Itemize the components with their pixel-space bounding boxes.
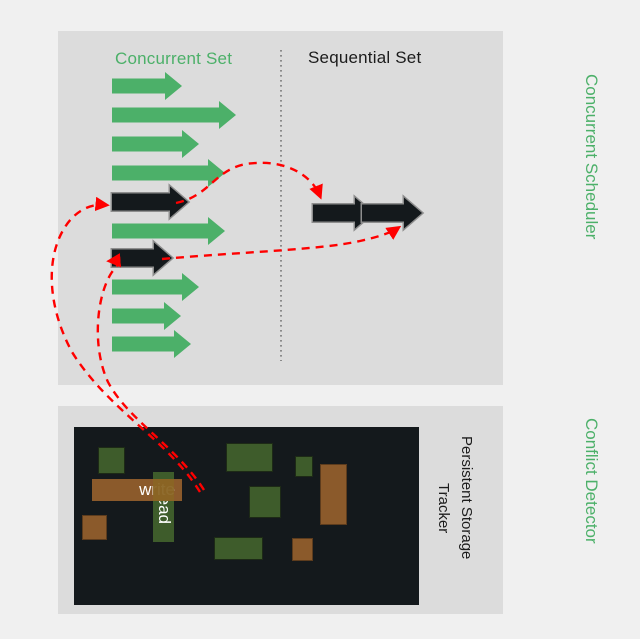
read-write-conflict-cell [153,479,174,501]
storage-block-4-green [249,486,281,518]
concurrent-arrow-1-green [112,101,236,129]
concurrent-arrow-5-green [112,217,225,245]
concurrent-arrow-0-green [112,72,182,100]
storage-block-3-brown [320,464,347,525]
concurrent-arrow-3-green [112,159,225,187]
storage-block-6-green [214,537,263,560]
storage-block-5-brown [82,515,107,540]
concurrent-arrow-9-green [112,330,191,358]
storage-block-0-green [98,447,125,474]
diagram-graphics [50,50,425,493]
concurrent-arrow-2-green [112,130,199,158]
concurrent-arrow-7-green [112,273,199,301]
storage-block-1-green [226,443,273,472]
storage-block-7-brown [292,538,313,561]
task-arrows [110,72,425,358]
sequential-arrow-1 [362,197,422,229]
storage-block-2-green [295,456,313,477]
diagram-root: Concurrent Set Sequential Set Persistent… [0,0,640,639]
concurrent-arrow-8-green [112,302,181,330]
